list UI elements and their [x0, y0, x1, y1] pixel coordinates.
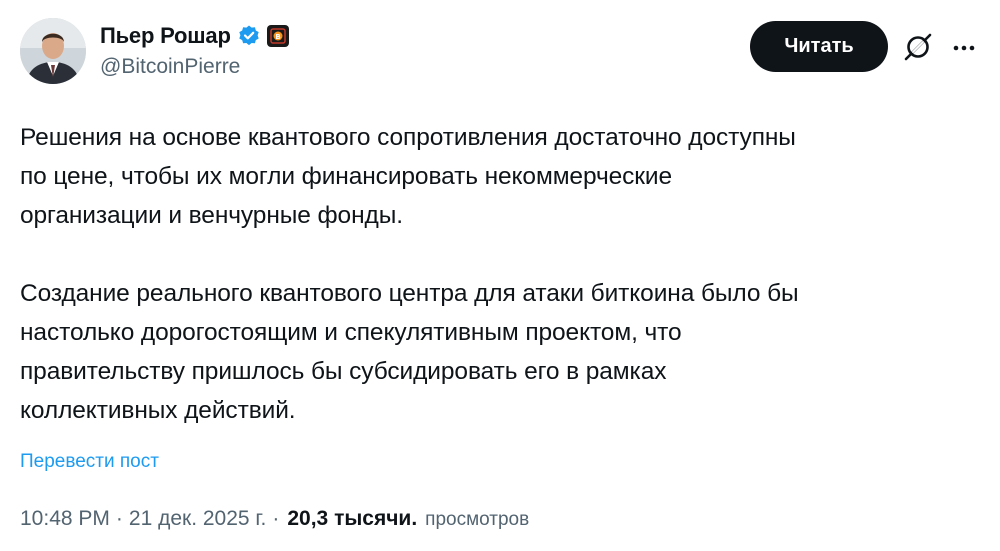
- post-time[interactable]: 10:48 PM: [20, 507, 110, 531]
- author-name-row: Пьер Рошар B: [100, 20, 289, 52]
- author-display-name[interactable]: Пьер Рошар: [100, 23, 231, 49]
- meta-separator: ·: [115, 507, 123, 530]
- post-date[interactable]: 21 дек. 2025 г.: [129, 507, 266, 531]
- avatar[interactable]: [20, 18, 86, 84]
- grok-icon[interactable]: [902, 31, 934, 63]
- more-options-icon[interactable]: [948, 36, 980, 60]
- verified-badge-icon[interactable]: [237, 24, 261, 48]
- author-handle[interactable]: @BitcoinPierre: [100, 55, 240, 79]
- follow-button[interactable]: Читать: [750, 21, 888, 72]
- tweet-meta: 10:48 PM · 21 дек. 2025 г. · 20,3 тысячи…: [20, 507, 529, 531]
- tweet-paragraph: Создание реального квантового центра для…: [20, 280, 799, 424]
- meta-separator: ·: [272, 507, 280, 530]
- views-count[interactable]: 20,3 тысячи.: [287, 507, 417, 531]
- tweet-paragraph: Решения на основе квантового сопротивлен…: [20, 124, 796, 229]
- bitcoin-org-badge-icon[interactable]: B: [266, 25, 289, 47]
- svg-text:B: B: [275, 33, 280, 41]
- tweet-text: Решения на основе квантового сопротивлен…: [20, 118, 975, 469]
- views-label: просмотров: [425, 509, 530, 530]
- translate-post-link[interactable]: Перевести пост: [20, 451, 159, 473]
